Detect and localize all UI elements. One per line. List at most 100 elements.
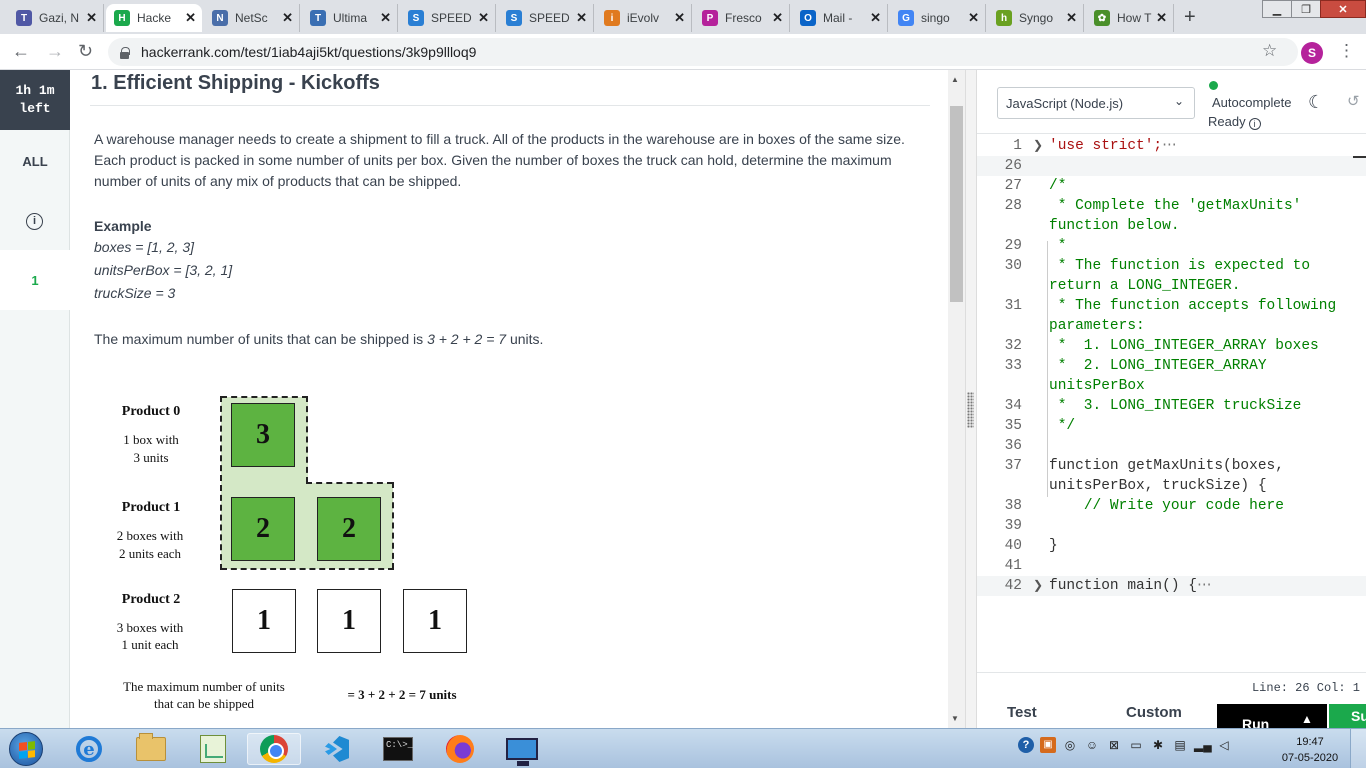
scroll-up-arrow-icon[interactable]: ▲	[951, 75, 959, 84]
fold-marker[interactable]: ⋯	[1162, 138, 1177, 154]
minimize-button[interactable]: ▁	[1262, 0, 1292, 18]
syngo-icon: h	[996, 10, 1012, 26]
divider	[977, 672, 1366, 673]
taskbar-chrome[interactable]	[247, 733, 301, 765]
tab-test[interactable]: Test	[1007, 704, 1037, 721]
fold-marker[interactable]: ⋯	[1197, 578, 1212, 594]
close-icon[interactable]: ✕	[86, 10, 97, 26]
fold-chevron-icon[interactable]: ❯	[1033, 136, 1043, 156]
drag-handle-icon[interactable]	[967, 392, 974, 428]
chevron-up-icon[interactable]: ▲	[1301, 712, 1313, 726]
bookmark-star-icon[interactable]: ☆	[1262, 41, 1277, 61]
close-icon[interactable]: ✕	[380, 10, 391, 26]
close-icon[interactable]: ✕	[1156, 10, 1167, 26]
dashed-outline	[306, 482, 393, 484]
bluetooth-icon[interactable]: ✱	[1150, 737, 1166, 753]
start-button[interactable]	[9, 732, 43, 766]
reload-icon[interactable]: ↻	[78, 41, 93, 62]
tab-label: How T	[1117, 11, 1152, 25]
close-icon[interactable]: ✕	[1066, 10, 1077, 26]
app-tray-icon[interactable]: ▣	[1040, 737, 1056, 753]
close-icon[interactable]: ✕	[772, 10, 783, 26]
help-icon[interactable]: ?	[1018, 737, 1034, 753]
history-icon[interactable]: ↺	[1347, 92, 1360, 110]
user-tray-icon[interactable]: ☺	[1084, 737, 1100, 753]
fold-chevron-icon[interactable]: ❯	[1033, 576, 1043, 596]
code-editor-pane: JavaScript (Node.js) ⌄ Autocomplete Read…	[977, 70, 1366, 734]
code-line: 31 * The function accepts following para…	[977, 296, 1366, 336]
scroll-down-arrow-icon[interactable]: ▼	[951, 714, 959, 723]
language-select[interactable]: JavaScript (Node.js) ⌄	[997, 87, 1195, 119]
tata-icon: T	[310, 10, 326, 26]
browser-tab[interactable]: S SPEED ✕	[498, 4, 594, 32]
browser-tab[interactable]: G singo ✕	[890, 4, 986, 32]
dashed-outline	[220, 396, 222, 570]
dark-mode-moon-icon[interactable]: ☾	[1308, 92, 1324, 113]
new-tab-button[interactable]: +	[1184, 6, 1196, 29]
taskbar-file-explorer[interactable]	[124, 733, 178, 765]
taskbar-internet-explorer[interactable]: e	[62, 733, 116, 765]
volume-muted-icon[interactable]: ◁	[1216, 737, 1232, 753]
browser-tab[interactable]: O Mail - ✕	[792, 4, 888, 32]
browser-tab[interactable]: i iEvolv ✕	[596, 4, 692, 32]
address-bar: ← → ↻ hackerrank.com/test/1iab4aji5kt/qu…	[0, 34, 1366, 70]
close-icon[interactable]: ✕	[282, 10, 293, 26]
forward-arrow-icon[interactable]: →	[46, 41, 64, 62]
url-field[interactable]: hackerrank.com/test/1iab4aji5kt/question…	[108, 38, 1298, 66]
system-tray: ? ▣ ◎ ☺ ⊠ ▭ ✱ ▤ ▂▄ ◁	[1018, 737, 1232, 753]
browser-menu-icon[interactable]: ⋮	[1338, 41, 1355, 61]
product-2-desc-line2: 1 unit each	[121, 637, 179, 652]
code-line: 28 * Complete the 'getMaxUnits' function…	[977, 196, 1366, 236]
browser-tab[interactable]: N NetSc ✕	[204, 4, 300, 32]
taskbar-clock[interactable]: 19:47 07-05-2020	[1278, 734, 1342, 766]
text-cursor	[1353, 156, 1366, 158]
tab-custom[interactable]: Custom	[1126, 704, 1182, 721]
code-text: * 1. LONG_INTEGER_ARRAY boxes	[1049, 338, 1319, 354]
info-icon[interactable]: i	[26, 213, 43, 230]
taskbar-remote-desktop[interactable]	[495, 733, 549, 766]
security-tray-icon[interactable]: ⊠	[1106, 737, 1122, 753]
network-tray-icon[interactable]: ◎	[1062, 737, 1078, 753]
tab-label: SPEED	[431, 11, 472, 25]
back-arrow-icon[interactable]: ←	[12, 41, 30, 62]
line-number: 33	[1004, 358, 1022, 374]
fresco-icon: P	[702, 10, 718, 26]
signal-icon[interactable]: ▂▄	[1194, 737, 1212, 753]
problem-scrollbar-thumb[interactable]	[950, 106, 963, 302]
display-tray-icon[interactable]: ▭	[1128, 737, 1144, 753]
close-icon[interactable]: ✕	[674, 10, 685, 26]
diagram-footer-result: = 3 + 2 + 2 = 7 units	[347, 687, 457, 702]
code-text: * 3. LONG_INTEGER truckSize	[1049, 398, 1302, 414]
browser-tab[interactable]: S SPEED ✕	[400, 4, 496, 32]
power-tray-icon[interactable]: ▤	[1172, 737, 1188, 753]
teams-icon: T	[16, 10, 32, 26]
autocomplete-toggle[interactable]: Autocomplete	[1212, 95, 1292, 110]
close-icon[interactable]: ✕	[185, 10, 196, 26]
browser-tab[interactable]: T Gazi, N ✕	[8, 4, 104, 32]
profile-avatar[interactable]: S	[1301, 42, 1323, 64]
taskbar-vscode[interactable]	[311, 733, 365, 765]
taskbar-firefox[interactable]	[433, 733, 487, 765]
maximize-button[interactable]: ❐	[1291, 0, 1321, 18]
product-2-box: 1	[403, 589, 467, 653]
taskbar-notepad-plus[interactable]	[186, 733, 240, 765]
close-icon[interactable]: ✕	[576, 10, 587, 26]
browser-tab[interactable]: P Fresco ✕	[694, 4, 790, 32]
code-line: 27 /*	[977, 176, 1366, 196]
info-icon[interactable]: i	[1248, 118, 1261, 130]
browser-tab-active[interactable]: H Hacke ✕	[106, 4, 202, 32]
close-icon[interactable]: ✕	[478, 10, 489, 26]
taskbar-command-prompt[interactable]: C:\>_	[371, 733, 425, 765]
browser-tab[interactable]: h Syngo ✕	[988, 4, 1084, 32]
netscaler-icon: N	[212, 10, 228, 26]
question-nav-item-1[interactable]: 1	[0, 273, 70, 288]
close-icon[interactable]: ✕	[968, 10, 979, 26]
close-icon[interactable]: ✕	[870, 10, 881, 26]
close-window-button[interactable]: ✕	[1320, 0, 1366, 18]
browser-tab[interactable]: ✿ How T ✕	[1086, 4, 1174, 32]
show-desktop-button[interactable]	[1350, 729, 1366, 768]
code-line: 39	[977, 516, 1366, 536]
browser-tab[interactable]: T Ultima ✕	[302, 4, 398, 32]
all-questions-link[interactable]: ALL	[0, 154, 70, 169]
line-number: 39	[1004, 518, 1022, 534]
